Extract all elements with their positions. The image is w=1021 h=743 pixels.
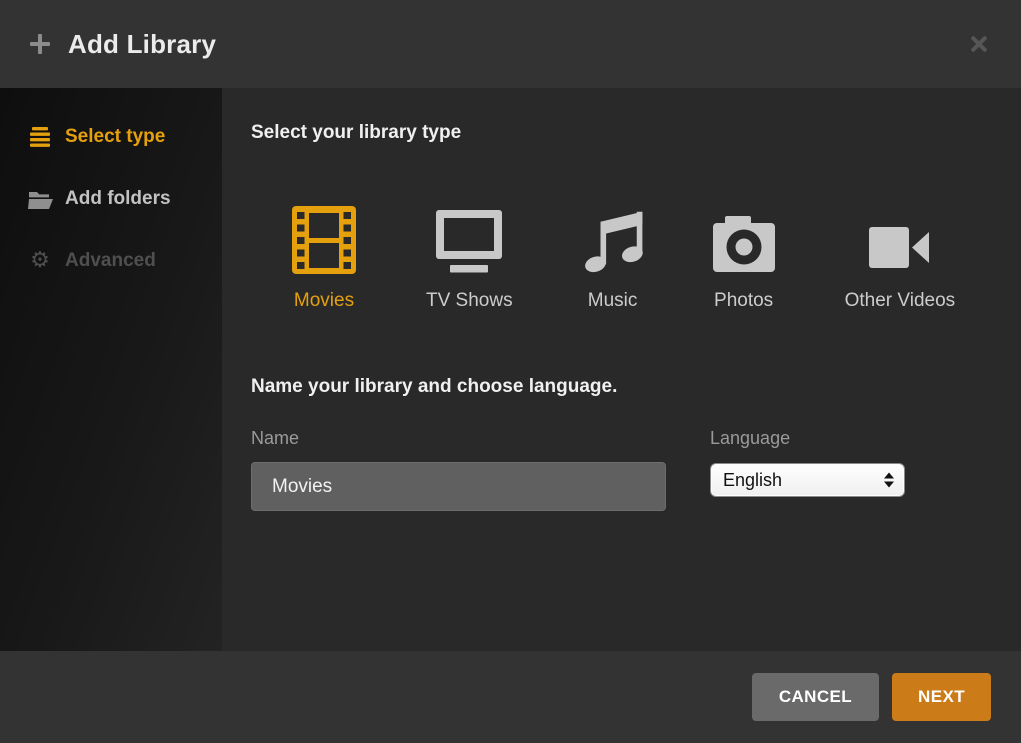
plus-icon <box>28 32 52 56</box>
type-heading: Select your library type <box>251 122 1021 144</box>
type-option-tv-shows[interactable]: TV Shows <box>426 188 513 312</box>
gear-icon: ⚙ <box>27 250 53 272</box>
sidebar-item-advanced[interactable]: ⚙ Advanced <box>0 230 222 292</box>
film-icon <box>292 188 356 274</box>
type-option-photos[interactable]: Photos <box>713 188 775 312</box>
type-label: Other Videos <box>845 290 956 312</box>
folder-open-icon <box>27 190 53 209</box>
sidebar-item-label: Select type <box>65 126 165 148</box>
cancel-button[interactable]: CANCEL <box>752 673 879 721</box>
next-button[interactable]: NEXT <box>892 673 991 721</box>
content-panel: Select your library type Movies TV Shows <box>222 88 1021 651</box>
type-option-music[interactable]: Music <box>583 188 643 312</box>
sidebar-item-label: Add folders <box>65 188 171 210</box>
dialog-body: Select type Add folders ⚙ Advanced Selec… <box>0 88 1021 651</box>
language-select[interactable]: English <box>710 463 905 497</box>
close-button[interactable] <box>965 30 993 58</box>
type-option-movies[interactable]: Movies <box>292 188 356 312</box>
sidebar: Select type Add folders ⚙ Advanced <box>0 88 222 651</box>
sidebar-item-add-folders[interactable]: Add folders <box>0 168 222 230</box>
dialog-footer: CANCEL NEXT <box>0 651 1021 743</box>
type-label: TV Shows <box>426 290 513 312</box>
dialog-header: Add Library <box>0 0 1021 88</box>
type-label: Photos <box>714 290 773 312</box>
dialog-title: Add Library <box>68 29 216 60</box>
language-field-group: Language English <box>710 428 905 511</box>
type-label: Music <box>588 290 638 312</box>
camera-icon <box>713 188 775 274</box>
library-name-input[interactable] <box>251 462 666 511</box>
list-icon <box>27 127 53 147</box>
name-label: Name <box>251 428 666 449</box>
language-select-wrap: English <box>710 463 905 497</box>
add-library-dialog: Add Library Select type Add folders ⚙ <box>0 0 1021 743</box>
close-icon <box>969 34 989 54</box>
sidebar-item-label: Advanced <box>65 250 156 272</box>
video-camera-icon <box>869 188 931 274</box>
music-note-icon <box>583 188 643 274</box>
tv-icon <box>436 188 502 274</box>
type-label: Movies <box>294 290 354 312</box>
name-heading: Name your library and choose language. <box>251 376 1021 398</box>
sidebar-item-select-type[interactable]: Select type <box>0 106 222 168</box>
type-option-other-videos[interactable]: Other Videos <box>845 188 956 312</box>
library-type-row: Movies TV Shows Music <box>251 188 1021 312</box>
name-language-row: Name Language English <box>251 428 1021 511</box>
name-field-group: Name <box>251 428 666 511</box>
language-label: Language <box>710 428 905 449</box>
